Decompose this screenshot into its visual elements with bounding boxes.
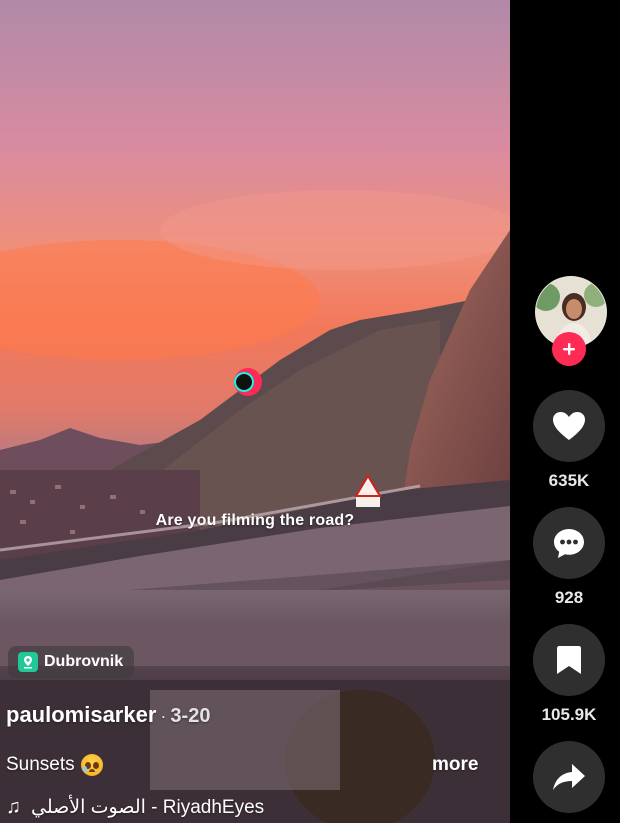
share-action [533, 741, 605, 813]
music-track: الصوت الأصلي - RiyadhEyes [31, 797, 265, 818]
comment-count: 928 [554, 588, 584, 607]
comment-action: 928 [533, 507, 605, 608]
author-username[interactable]: paulomisarker [6, 702, 156, 728]
location-pin-icon [18, 652, 38, 672]
crying-face-emoji [80, 754, 103, 776]
video-text-overlay: Are you filming the road? [155, 512, 355, 529]
loading-dot-dark [234, 372, 254, 392]
loading-indicator [234, 366, 270, 398]
music-line[interactable]: ♫ الصوت الأصلي - RiyadhEyes [6, 796, 264, 819]
plus-icon [563, 343, 575, 355]
author-line: paulomisarker · 3-20 [6, 702, 210, 728]
save-button[interactable] [533, 624, 605, 696]
post-date: 3-20 [170, 705, 211, 727]
action-rail: 635K 928 105.9K [510, 0, 620, 823]
comment-icon [554, 529, 584, 558]
like-count: 635K [548, 471, 590, 490]
comment-button[interactable] [533, 507, 605, 579]
more-button[interactable]: more [432, 754, 478, 776]
share-button[interactable] [533, 741, 605, 813]
author-avatar-group [535, 276, 607, 366]
like-action: 635K [533, 390, 605, 491]
bookmark-icon [557, 646, 581, 674]
location-chip[interactable]: Dubrovnik [8, 646, 135, 678]
video-description: Sunsets [6, 754, 103, 776]
follow-button[interactable] [552, 332, 586, 366]
video-frame [0, 0, 510, 823]
location-label: Dubrovnik [44, 653, 124, 670]
like-button[interactable] [533, 390, 605, 462]
description-text: Sunsets [6, 754, 75, 775]
save-count: 105.9K [541, 705, 597, 724]
music-note-icon: ♫ [6, 796, 21, 818]
share-arrow-icon [553, 764, 585, 790]
video-player[interactable]: Are you filming the road? Dubrovnik paul… [0, 0, 510, 823]
save-action: 105.9K [533, 624, 605, 725]
author-separator: · [160, 706, 167, 726]
heart-icon [553, 412, 585, 440]
